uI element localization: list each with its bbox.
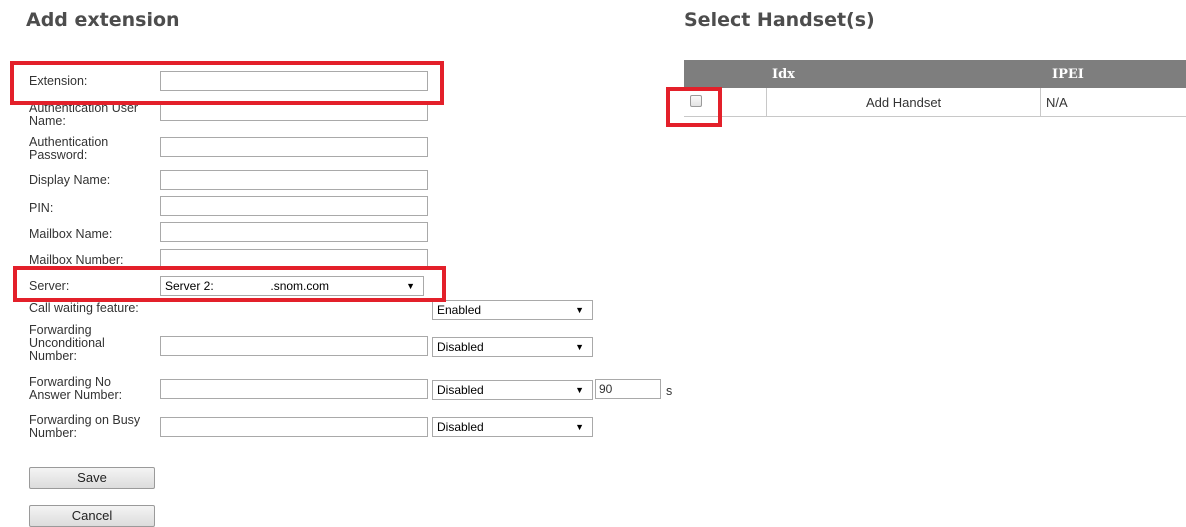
- fwd-no-answer-select[interactable]: Disabled ▼: [432, 380, 593, 400]
- handset-name: Add Handset: [866, 95, 942, 110]
- column-divider: [1040, 88, 1041, 116]
- auth-password-field[interactable]: [160, 137, 428, 157]
- pin-label: PIN:: [29, 201, 54, 215]
- highlight-box-extension: [10, 61, 444, 105]
- mailbox-name-field[interactable]: [160, 222, 428, 242]
- chevron-down-icon: ▼: [575, 305, 584, 315]
- fwd-busy-mode: Disabled: [437, 420, 484, 434]
- chevron-down-icon: ▼: [575, 342, 584, 352]
- fwd-busy-field[interactable]: [160, 417, 428, 437]
- handset-table-header: Idx IPEI: [684, 60, 1186, 88]
- column-divider: [766, 88, 767, 116]
- fwd-unconditional-select[interactable]: Disabled ▼: [432, 337, 593, 357]
- column-header-idx: Idx: [772, 67, 795, 82]
- call-waiting-select[interactable]: Enabled ▼: [432, 300, 593, 320]
- fwd-busy-label: Forwarding on Busy Number:: [29, 413, 141, 440]
- call-waiting-value: Enabled: [437, 303, 482, 317]
- chevron-down-icon: ▼: [575, 422, 584, 432]
- cancel-button[interactable]: Cancel: [29, 505, 155, 527]
- auth-password-label: Authentication Password:: [29, 135, 109, 162]
- add-extension-title: Add extension: [26, 9, 180, 31]
- timeout-unit-label: s: [666, 384, 673, 398]
- fwd-no-answer-field[interactable]: [160, 379, 428, 399]
- fwd-no-answer-timeout-input[interactable]: 90: [595, 379, 661, 399]
- chevron-down-icon: ▼: [575, 385, 584, 395]
- fwd-unconditional-mode: Disabled: [437, 340, 484, 354]
- select-handsets-title: Select Handset(s): [684, 9, 875, 31]
- column-header-ipei: IPEI: [1052, 67, 1084, 82]
- auth-user-name-label: Authentication User Name:: [29, 101, 139, 128]
- save-button[interactable]: Save: [29, 467, 155, 489]
- fwd-unconditional-field[interactable]: [160, 336, 428, 356]
- fwd-unconditional-label: Forwarding Unconditional Number:: [29, 323, 105, 363]
- display-name-field[interactable]: [160, 170, 428, 190]
- call-waiting-label: Call waiting feature:: [29, 301, 139, 315]
- highlight-box-checkbox: [666, 87, 722, 127]
- display-name-label: Display Name:: [29, 173, 111, 187]
- highlight-box-server: [13, 266, 446, 302]
- handset-ipei: N/A: [1046, 95, 1068, 110]
- table-row[interactable]: Add Handset N/A: [684, 88, 1186, 117]
- fwd-busy-select[interactable]: Disabled ▼: [432, 417, 593, 437]
- pin-field[interactable]: [160, 196, 428, 216]
- mailbox-name-label: Mailbox Name:: [29, 227, 113, 241]
- fwd-no-answer-label: Forwarding No Answer Number:: [29, 375, 123, 402]
- fwd-no-answer-mode: Disabled: [437, 383, 484, 397]
